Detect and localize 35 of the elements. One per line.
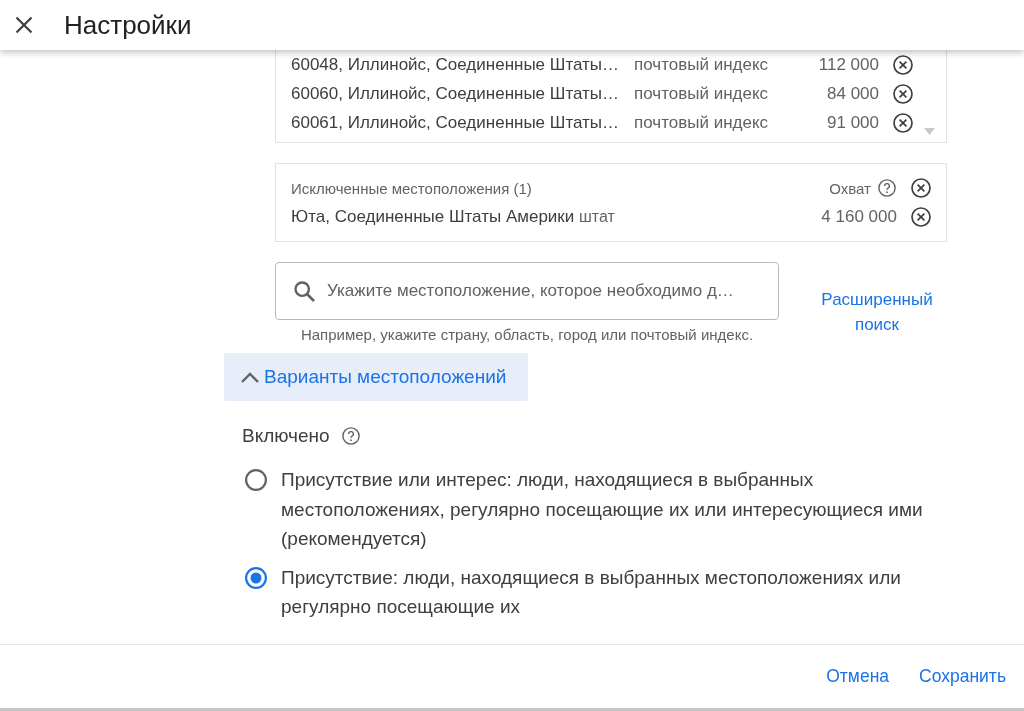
location-type: почтовый индекс <box>634 83 770 104</box>
location-type: почтовый индекс <box>634 54 770 75</box>
location-name: 60048, Иллинойс, Соединенные Штаты… <box>291 54 620 75</box>
radio-button[interactable] <box>245 469 267 491</box>
remove-icon[interactable] <box>893 112 913 133</box>
dialog-title: Настройки <box>64 9 192 41</box>
targeting-label: Включено <box>242 425 330 447</box>
location-type: почтовый индекс <box>634 112 770 133</box>
location-search-field[interactable]: Укажите местоположение, которое необходимо д… <box>275 262 779 320</box>
reach-label: Охват <box>829 179 871 197</box>
location-name: 60060, Иллинойс, Соединенные Штаты… <box>291 83 620 104</box>
help-icon[interactable] <box>878 179 896 197</box>
advanced-search-link[interactable]: Расширенный поиск <box>805 287 949 337</box>
help-icon[interactable] <box>341 427 360 445</box>
excluded-title: Исключенные местоположения (1) <box>291 179 533 197</box>
remove-icon[interactable] <box>911 178 931 198</box>
reach-value: 112 000 <box>818 54 879 75</box>
search-placeholder: Укажите местоположение, которое необходимо д… <box>327 281 734 301</box>
reach-value: 84 000 <box>827 83 879 104</box>
location-name: Юта, Соединенные Штаты Америки штат <box>291 207 616 227</box>
close-icon[interactable] <box>15 16 33 34</box>
search-icon <box>294 280 315 302</box>
footer-button[interactable]: Сохранить <box>911 658 1014 695</box>
radio-label: Присутствие: люди, находящиеся в выбранных местоположениях или регулярно посещающие их <box>281 565 902 619</box>
remove-icon[interactable] <box>911 207 931 227</box>
remove-icon[interactable] <box>893 83 913 104</box>
remove-icon[interactable] <box>893 54 913 75</box>
reach-value: 91 000 <box>827 112 879 133</box>
location-name: 60061, Иллинойс, Соединенные Штаты… <box>291 112 620 133</box>
location-options-toggle[interactable]: Варианты местоположений <box>224 353 529 401</box>
search-hint: Например, укажите страну, область, город или почтовый индекс. <box>300 326 754 343</box>
reach-value: 4 160 000 <box>821 207 897 227</box>
footer-button[interactable]: Отмена <box>818 658 898 695</box>
radio-label: Присутствие или интерес: люди, находящиеся в выбранных местоположениях, регулярно посещающие их или интересующиеся ими (рекомендуется) <box>281 468 924 551</box>
radio-button[interactable] <box>245 566 267 589</box>
